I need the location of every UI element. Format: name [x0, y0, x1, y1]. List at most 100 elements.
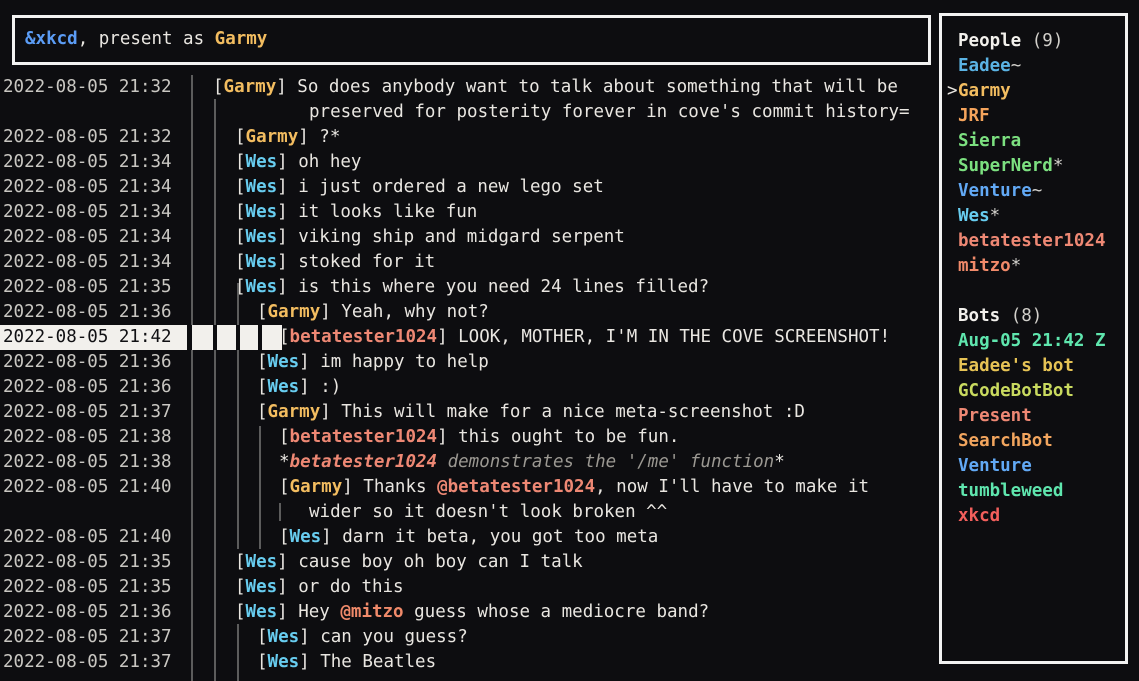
message-text: [: [235, 602, 246, 622]
timestamp: 2022-08-05 21:36: [3, 600, 172, 625]
chat-row[interactable]: 2022-08-05 21:37[Wes] The Beatles: [0, 650, 931, 675]
bots-list-item[interactable]: Present: [958, 404, 1032, 429]
people-list-item[interactable]: betatester1024: [958, 229, 1106, 254]
message-text: [: [279, 427, 290, 447]
bots-list-item[interactable]: Eadee's bot: [958, 354, 1074, 379]
timestamp: 2022-08-05 21:36: [3, 375, 172, 400]
user-status-suffix: ~: [1011, 56, 1022, 76]
chat-row[interactable]: 2022-08-05 21:36[Wes] :): [0, 375, 931, 400]
user-name: Sierra: [958, 131, 1021, 151]
chat-row[interactable]: 2022-08-05 21:34[Wes] stoked for it: [0, 250, 931, 275]
message-text: [: [257, 652, 268, 672]
message-text: ] Thanks: [342, 477, 437, 497]
bots-list-item[interactable]: Aug-05 21:42 Z: [958, 329, 1106, 354]
message-text: [: [213, 77, 224, 97]
message: [Wes] stoked for it: [235, 250, 435, 275]
user-status-suffix: *: [1011, 256, 1022, 276]
chat-row[interactable]: 2022-08-05 21:34[Wes] oh hey: [0, 150, 931, 175]
chat-row[interactable]: 2022-08-05 21:37[Garmy] This will make f…: [0, 400, 931, 425]
message-text: [: [235, 202, 246, 222]
people-section-header: People (9): [958, 29, 1063, 54]
chat-row[interactable]: 2022-08-05 21:36[Garmy] Yeah, why not?: [0, 300, 931, 325]
chat-row[interactable]: 2022-08-05 21:34[Wes] it looks like fun: [0, 200, 931, 225]
chat-row[interactable]: 2022-08-05 21:38*betatester1024 demonstr…: [0, 450, 931, 475]
message: *betatester1024 demonstrates the '/me' f…: [279, 450, 785, 475]
people-list-item[interactable]: Garmy: [958, 79, 1011, 104]
message: [Garmy] So does anybody want to talk abo…: [213, 75, 898, 100]
message-text: ] or do this: [277, 577, 403, 597]
chat-row[interactable]: 2022-08-05 21:36[Wes] im happy to help: [0, 350, 931, 375]
user-list-panel: People (9)Eadee~Garmy>JRFSierra SuperNerd…: [939, 13, 1128, 664]
message-text: ] ?*: [298, 127, 340, 147]
chat-row[interactable]: 2022-08-05 21:32 [Garmy] ?*: [0, 125, 931, 150]
chat-row[interactable]: 2022-08-05 21:32[Garmy] So does anybody …: [0, 75, 931, 100]
timestamp: 2022-08-05 21:38: [3, 425, 172, 450]
people-list-item[interactable]: mitzo*: [958, 254, 1021, 279]
chat-row[interactable]: preserved for posterity forever in cove'…: [0, 100, 931, 125]
username: Wes: [246, 552, 278, 572]
bots-list-item[interactable]: Venture: [958, 454, 1032, 479]
user-name: SearchBot: [958, 431, 1053, 451]
chat-row[interactable]: 2022-08-05 21:34[Wes] i just ordered a n…: [0, 175, 931, 200]
chat-row[interactable]: 2022-08-05 21:35[Wes] cause boy oh boy c…: [0, 550, 931, 575]
chat-row[interactable]: 2022-08-05 21:40[Garmy] Thanks @betatest…: [0, 475, 931, 500]
channel-header: &xkcd, present as Garmy: [12, 15, 931, 65]
chat-row[interactable]: 2022-08-05 21:35[Wes] is this where you …: [0, 275, 931, 300]
message-text: ] So does anybody want to talk about som…: [276, 77, 898, 97]
message: [Wes] can you guess?: [257, 625, 468, 650]
timestamp: 2022-08-05 21:32: [3, 125, 172, 150]
username: @betatester1024: [437, 477, 595, 497]
user-name: Eadee's bot: [958, 356, 1074, 376]
user-name: Venture: [958, 456, 1032, 476]
people-list-item[interactable]: SuperNerd*: [958, 154, 1063, 179]
username: @mitzo: [340, 602, 403, 622]
chat-row[interactable]: 2022-08-05 21:38[betatester1024] this ou…: [0, 425, 931, 450]
message-text: ] This will make for a nice meta-screens…: [320, 402, 805, 422]
user-name: betatester1024: [958, 231, 1106, 251]
chat-row[interactable]: 2022-08-05 21:40[Wes] darn it beta, you …: [0, 525, 931, 550]
username: Wes: [246, 177, 278, 197]
username: Garmy: [224, 77, 277, 97]
message: [Garmy] ?*: [235, 125, 340, 150]
people-list-item[interactable]: Sierra: [958, 129, 1021, 154]
user-status-suffix: ~: [1032, 181, 1043, 201]
bots-list-item[interactable]: GCodeBotBot: [958, 379, 1074, 404]
message-text: ] im happy to help: [299, 352, 489, 372]
message-text: [: [279, 527, 290, 547]
username: Wes: [268, 652, 300, 672]
username: Wes: [290, 527, 322, 547]
timestamp: 2022-08-05 21:35: [3, 275, 172, 300]
message-text: wider so it doesn't look broken ^^: [309, 502, 667, 522]
user-name: Present: [958, 406, 1032, 426]
bots-list-item[interactable]: xkcd: [958, 504, 1000, 529]
chat-row[interactable]: 2022-08-05 21:36[Wes] Hey @mitzo guess w…: [0, 600, 931, 625]
chat-row[interactable]: 2022-08-05 21:35[Wes] or do this: [0, 575, 931, 600]
message-text: [: [279, 477, 290, 497]
bots-list-item[interactable]: tumbleweed: [958, 479, 1063, 504]
chat-row[interactable]: 2022-08-05 21:34[Wes] viking ship and mi…: [0, 225, 931, 250]
people-list-item[interactable]: JRF: [958, 104, 990, 129]
username: Wes: [246, 602, 278, 622]
people-list-item[interactable]: Venture~: [958, 179, 1042, 204]
timestamp: 2022-08-05 21:35: [3, 550, 172, 575]
chat-row[interactable]: 2022-08-05 21:37[Wes] can you guess?: [0, 625, 931, 650]
chat-row[interactable]: wider so it doesn't look broken ^^: [0, 500, 931, 525]
username: betatester1024: [290, 452, 438, 472]
message-text: ] LOOK, MOTHER, I'M IN THE COVE SCREENSH…: [437, 327, 890, 347]
timestamp: 2022-08-05 21:34: [3, 200, 172, 225]
message-text: [: [235, 152, 246, 172]
message-text: , now I'll have to make it: [595, 477, 869, 497]
message-text: preserved for posterity forever in cove'…: [309, 102, 910, 122]
current-user-marker: >: [947, 79, 958, 104]
username: Wes: [246, 577, 278, 597]
message: [Wes] viking ship and midgard serpent: [235, 225, 625, 250]
message-text: *: [774, 452, 785, 472]
bots-count: (8): [1000, 306, 1042, 326]
people-list-item[interactable]: Eadee~: [958, 54, 1021, 79]
bots-list-item[interactable]: SearchBot: [958, 429, 1053, 454]
chat-app-window: &xkcd, present as Garmy 2022-08-05 21:32…: [0, 0, 1139, 681]
chat-row-selected[interactable]: 2022-08-05 21:42[betatester1024] LOOK, M…: [0, 325, 931, 350]
people-list-item[interactable]: Wes*: [958, 204, 1000, 229]
username: Wes: [246, 277, 278, 297]
message: [Wes] darn it beta, you got too meta: [279, 525, 658, 550]
